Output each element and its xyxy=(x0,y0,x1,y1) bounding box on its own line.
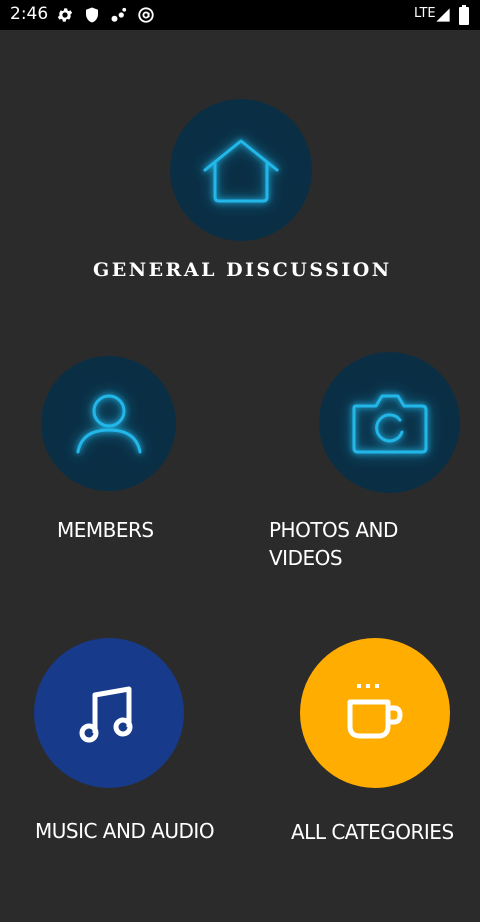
network-type: LTE xyxy=(414,6,436,21)
photos-videos-label: PHOTOS AND VIDEOS xyxy=(269,518,398,570)
camera-icon xyxy=(352,394,427,453)
photos-videos-button[interactable] xyxy=(319,352,460,493)
all-categories-button[interactable] xyxy=(300,638,450,788)
at-sign-icon xyxy=(138,7,154,23)
signal-icon xyxy=(436,8,450,22)
home-icon xyxy=(203,139,279,203)
general-discussion-button[interactable] xyxy=(170,99,312,241)
status-time: 2:46 xyxy=(10,4,49,24)
members-button[interactable] xyxy=(41,356,176,491)
general-discussion-label: GENERAL DISCUSSION xyxy=(93,259,392,281)
coffee-cup-icon xyxy=(347,684,403,739)
music-audio-label: MUSIC AND AUDIO xyxy=(35,819,215,843)
battery-icon xyxy=(459,5,469,25)
all-categories-label: ALL CATEGORIES xyxy=(291,820,454,844)
status-bar: 2:46 LTE xyxy=(0,0,480,30)
shield-icon xyxy=(86,7,98,23)
music-audio-button[interactable] xyxy=(34,638,184,788)
settings-gear-icon xyxy=(57,8,73,22)
sync-dots-icon xyxy=(111,7,127,22)
music-note-icon xyxy=(79,686,133,743)
members-label: MEMBERS xyxy=(57,518,154,542)
person-icon xyxy=(76,394,141,453)
